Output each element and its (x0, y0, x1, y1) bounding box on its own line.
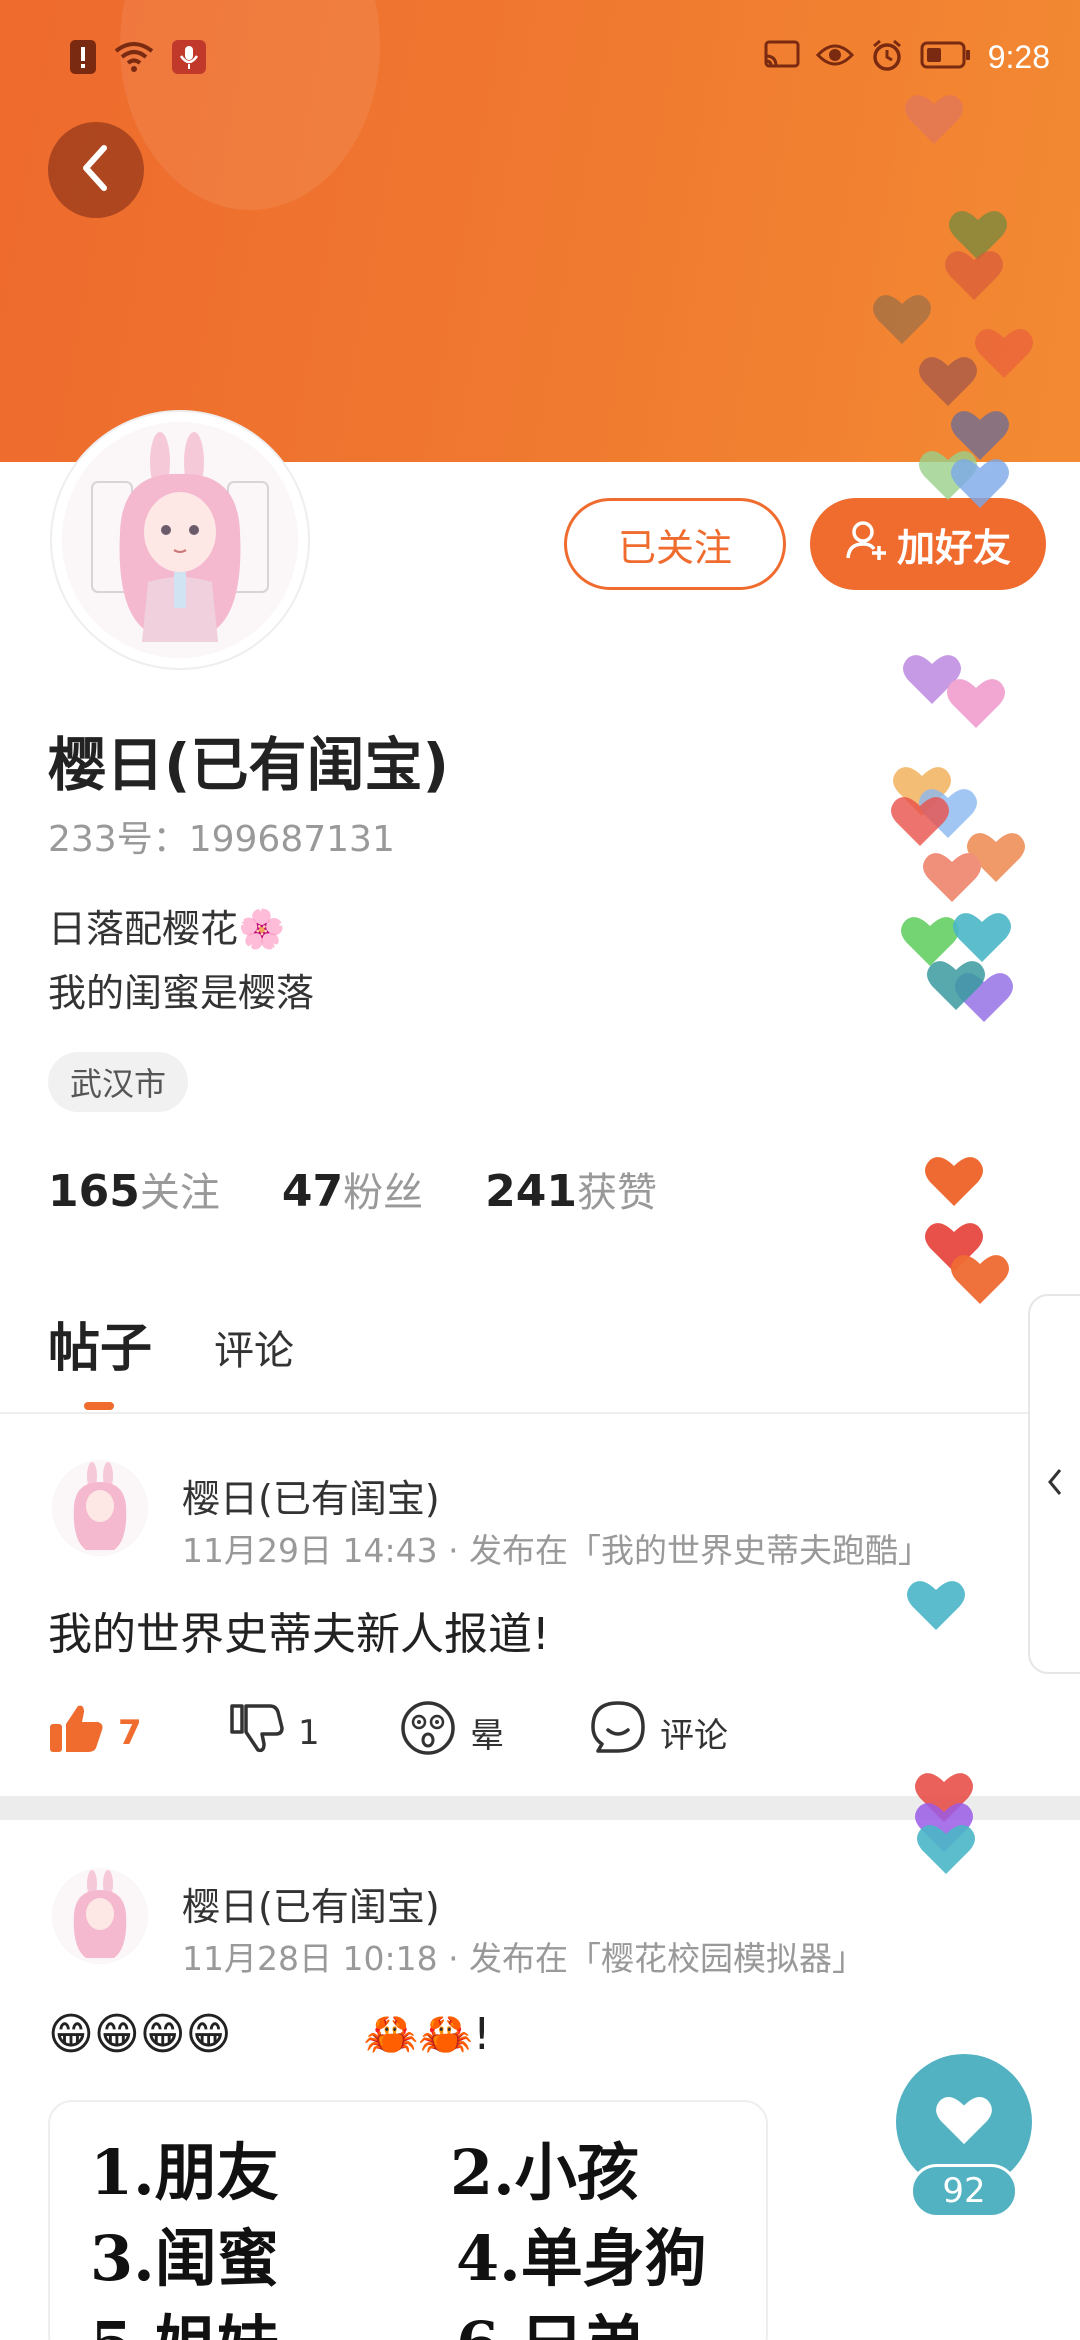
post-image[interactable]: 1.朋友 2.小孩 3.闺蜜 4.单身狗 5.姐妹 6.兄弟 (48, 2100, 768, 2340)
tab-comments[interactable]: 评论 (214, 1318, 294, 1376)
side-drawer-handle[interactable] (1028, 1294, 1080, 1674)
image-text-line: 6.兄弟 (456, 2294, 645, 2340)
post-meta: 11月29日 14:43 · 发布在「我的世界史蒂夫跑酷」 (182, 1531, 932, 1570)
image-text-line: 4.单身狗 (456, 2222, 707, 2295)
heart-icon (923, 853, 981, 902)
post-author-avatar[interactable] (52, 1868, 148, 1964)
fans-count: 47 (281, 1166, 344, 1217)
post-actions: 7 1 晕 评论 (48, 1700, 728, 1765)
stat-likes[interactable]: 241获赞 (485, 1160, 657, 1218)
alarm-icon (870, 38, 904, 76)
post-text[interactable]: 我的世界史蒂夫新人报道! (48, 1598, 550, 1662)
chevron-left-icon (1045, 1466, 1065, 1502)
followed-button[interactable]: 已关注 (564, 498, 786, 590)
heart-icon (905, 95, 963, 144)
heart-icon (919, 357, 977, 406)
post-author-name[interactable]: 樱日(已有闺宝) (182, 1876, 440, 1931)
stat-fans[interactable]: 47粉丝 (282, 1160, 423, 1218)
dizzy-label: 晕 (470, 1716, 504, 1756)
heart-icon (975, 329, 1033, 378)
back-button[interactable] (48, 122, 144, 218)
dislike-button[interactable]: 1 (228, 1702, 400, 1763)
image-text-line: 1.朋友 (90, 2136, 279, 2209)
mic-icon (172, 40, 206, 78)
post-meta: 11月28日 10:18 · 发布在「樱花校园模拟器」 (182, 1939, 866, 1978)
heart-icon (925, 1157, 983, 1206)
profile-bio-line2: 我的闺蜜是樱落 (48, 971, 315, 1015)
heart-icon (917, 1825, 975, 1874)
heart-icon (935, 2094, 993, 2150)
emoji-grins: 😁😁😁😁 (48, 2008, 232, 2060)
dislike-count: 1 (298, 1712, 320, 1753)
cast-icon (764, 40, 800, 74)
likes-label: 获赞 (576, 1170, 657, 1216)
eye-icon (815, 41, 854, 73)
alert-icon (70, 40, 96, 78)
tab-posts[interactable]: 帖子 (48, 1306, 152, 1381)
status-time: 9:28 (987, 38, 1050, 75)
avatar-illustration (52, 1868, 148, 1964)
image-text-line: 2.小孩 (450, 2136, 639, 2209)
heart-icon (873, 295, 931, 344)
battery-icon (920, 40, 972, 74)
heart-icon (945, 251, 1003, 300)
thumbs-up-icon (48, 1702, 104, 1763)
profile-stats: 165关注 47粉丝 241获赞 (48, 1160, 657, 1218)
profile-name: 樱日(已有闺宝) (48, 731, 450, 799)
heart-icon (951, 459, 1009, 508)
avatar-illustration (62, 422, 298, 658)
chevron-left-icon (76, 142, 116, 198)
heart-icon (947, 679, 1005, 728)
like-count: 7 (118, 1712, 142, 1753)
heart-icon (907, 1581, 965, 1630)
avatar-illustration (52, 1460, 148, 1556)
avatar[interactable] (52, 412, 308, 668)
likes-count: 241 (485, 1166, 577, 1217)
location-tag: 武汉市 (48, 1052, 189, 1112)
heart-icon (953, 913, 1011, 962)
profile-bio-line1: 日落配樱花🌸 (48, 907, 286, 951)
comment-label: 评论 (660, 1716, 728, 1756)
thumbs-down-icon (228, 1702, 284, 1763)
profile-uid: 233号：199687131 (48, 819, 395, 860)
wifi-icon (114, 41, 154, 77)
heart-icon (951, 1255, 1009, 1304)
fans-label: 粉丝 (343, 1170, 424, 1216)
tabs-divider (0, 1412, 1080, 1414)
image-text-line: 3.闺蜜 (90, 2222, 279, 2295)
like-button[interactable]: 7 (48, 1702, 228, 1763)
dizzy-button[interactable]: 晕 (400, 1700, 590, 1765)
stat-following[interactable]: 165关注 (48, 1160, 220, 1218)
comment-button[interactable]: 评论 (590, 1700, 728, 1765)
post-text[interactable]: 😁😁😁😁 🦀🦀! (48, 2008, 491, 2061)
following-label: 关注 (139, 1170, 220, 1216)
post-author-avatar[interactable] (52, 1460, 148, 1556)
image-text-line: 5.姐妹 (90, 2294, 279, 2340)
heart-icon (927, 961, 985, 1010)
post-author-name[interactable]: 樱日(已有闺宝) (182, 1468, 440, 1523)
heart-icon (891, 797, 949, 846)
tab-active-indicator (84, 1402, 114, 1410)
add-friend-button[interactable]: 加好友 (810, 498, 1046, 590)
following-count: 165 (48, 1166, 140, 1217)
floating-like-count: 92 (910, 2164, 1018, 2218)
comment-bubble-icon (590, 1700, 646, 1765)
add-friend-label: 加好友 (896, 525, 1011, 570)
emoji-crabs: 🦀🦀! (363, 2009, 491, 2060)
add-user-icon (845, 518, 889, 571)
dizzy-face-icon (400, 1700, 456, 1765)
